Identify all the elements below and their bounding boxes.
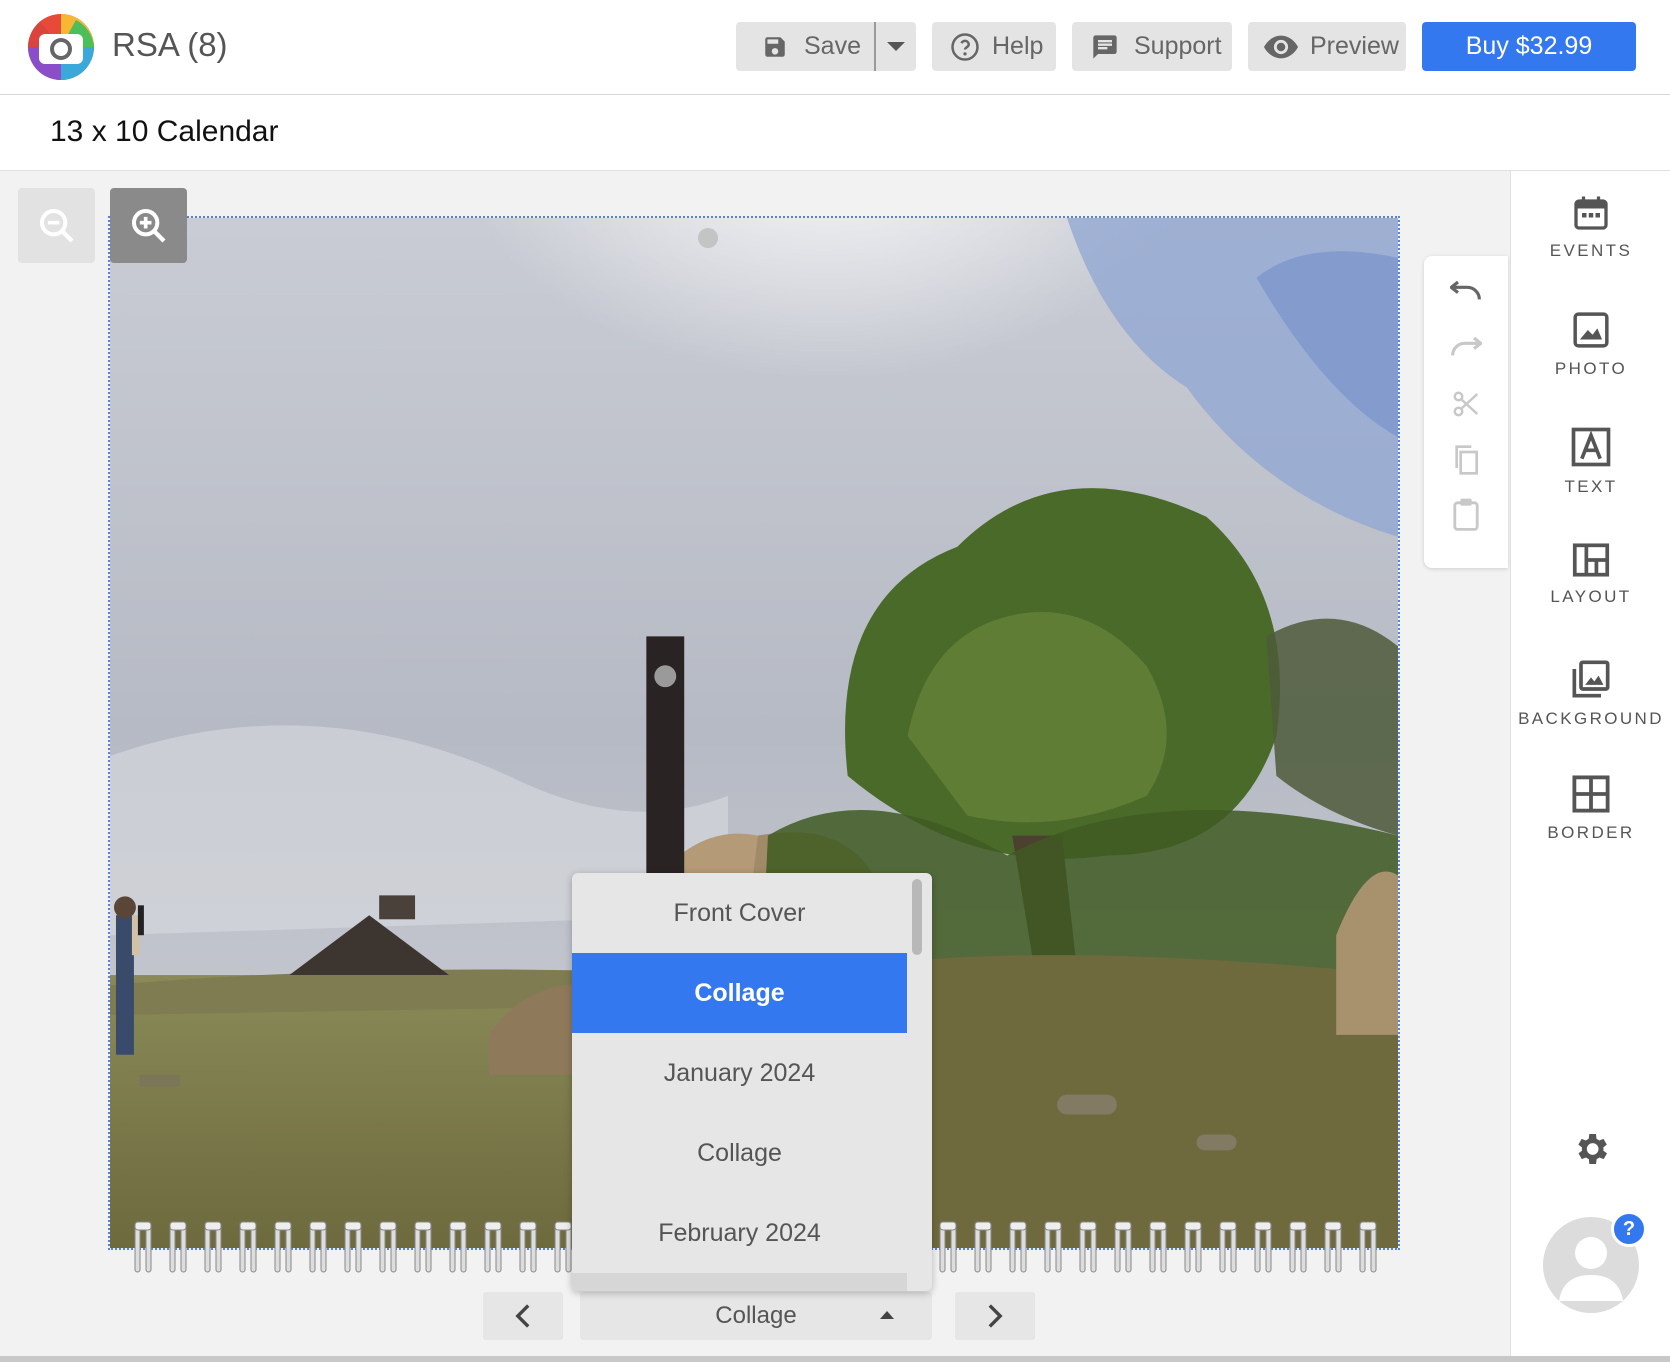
chevron-up-icon <box>880 1311 894 1319</box>
sidebar-label-text: TEXT <box>1564 477 1618 496</box>
spiral-ring <box>134 1221 152 1273</box>
buy-button[interactable]: Buy $32.99 <box>1422 22 1636 71</box>
eye-icon <box>1264 35 1298 58</box>
scissors-icon <box>1453 391 1479 417</box>
spiral-ring <box>1114 1221 1132 1273</box>
support-button[interactable]: Support <box>1072 22 1232 71</box>
spiral-ring <box>1219 1221 1237 1273</box>
help-button[interactable]: Help <box>932 22 1056 71</box>
layout-icon <box>1572 543 1610 577</box>
sidebar-item-border[interactable]: BORDER <box>1511 775 1670 875</box>
border-icon <box>1572 775 1610 813</box>
undo-icon <box>1450 280 1481 300</box>
page-option-collage-selected[interactable]: Collage <box>572 953 907 1033</box>
document-header: 13 x 10 Calendar <box>0 95 1670 171</box>
top-bar: RSA (8) Save Help Support Preview Buy $3… <box>0 0 1670 95</box>
help-badge[interactable]: ? <box>1611 1211 1647 1247</box>
page-option-january[interactable]: January 2024 <box>572 1033 907 1113</box>
copy-icon <box>1455 445 1478 475</box>
page-option-front-cover[interactable]: Front Cover <box>572 873 907 953</box>
spiral-ring <box>1324 1221 1342 1273</box>
spiral-ring <box>274 1221 292 1273</box>
spiral-ring <box>309 1221 327 1273</box>
spiral-ring <box>344 1221 362 1273</box>
zoom-out-icon <box>39 208 74 243</box>
spiral-ring <box>169 1221 187 1273</box>
calendar-icon <box>1574 196 1608 230</box>
sidebar-label-photo: PHOTO <box>1554 359 1628 378</box>
redo-icon <box>1451 336 1482 356</box>
help-label: Help <box>992 32 1044 60</box>
chat-icon <box>1093 34 1117 59</box>
page-option-february[interactable]: February 2024 <box>572 1193 907 1273</box>
spiral-ring <box>1289 1221 1307 1273</box>
cut-button[interactable] <box>1448 386 1484 422</box>
spiral-ring <box>239 1221 257 1273</box>
app-title: RSA (8) <box>112 26 228 63</box>
photo-icon <box>1573 312 1609 348</box>
spiral-ring <box>1044 1221 1062 1273</box>
next-page-button[interactable] <box>955 1292 1035 1340</box>
spiral-ring <box>1359 1221 1377 1273</box>
paste-button[interactable] <box>1448 496 1484 532</box>
dropdown-scrollbar[interactable] <box>912 879 922 955</box>
save-label: Save <box>804 32 861 60</box>
spiral-ring <box>1149 1221 1167 1273</box>
chevron-down-icon <box>887 41 905 51</box>
sidebar-item-background[interactable]: BACKGROUND <box>1511 659 1670 759</box>
spiral-ring <box>1254 1221 1272 1273</box>
sidebar-item-photo[interactable]: PHOTO <box>1511 311 1670 411</box>
preview-label: Preview <box>1310 32 1399 60</box>
spiral-ring <box>974 1221 992 1273</box>
sidebar-item-layout[interactable]: LAYOUT <box>1511 543 1670 643</box>
background-icon <box>1572 660 1610 698</box>
sidebar-item-events[interactable]: EVENTS <box>1511 195 1670 295</box>
save-options-button[interactable] <box>876 22 916 71</box>
preview-button[interactable]: Preview <box>1248 22 1406 71</box>
spiral-ring <box>1184 1221 1202 1273</box>
zoom-in-icon <box>131 208 166 243</box>
current-page-label: Collage <box>715 1302 797 1329</box>
support-label: Support <box>1134 32 1222 60</box>
spiral-ring <box>519 1221 537 1273</box>
previous-page-button[interactable] <box>483 1292 563 1340</box>
document-title: 13 x 10 Calendar <box>50 115 279 148</box>
sidebar-label-events: EVENTS <box>1549 241 1633 260</box>
window-bottom-edge <box>0 1356 1670 1362</box>
save-button[interactable]: Save <box>736 22 876 71</box>
spiral-ring <box>1079 1221 1097 1273</box>
chevron-right-icon <box>988 1304 1003 1328</box>
spiral-ring <box>414 1221 432 1273</box>
app-logo-icon <box>28 14 94 80</box>
dropdown-overflow-item <box>572 1273 907 1291</box>
save-button-group: Save <box>736 22 916 71</box>
right-sidebar: EVENTS PHOTO TEXT LAYOUT BACKGROUND BORD… <box>1510 171 1670 1362</box>
zoom-out-button[interactable] <box>18 188 95 263</box>
help-icon <box>951 32 979 61</box>
text-icon <box>1571 427 1611 467</box>
spiral-ring <box>449 1221 467 1273</box>
spiral-ring <box>1009 1221 1027 1273</box>
hanger-hole <box>698 228 718 248</box>
sidebar-label-background: BACKGROUND <box>1518 709 1664 728</box>
save-icon <box>765 36 785 57</box>
zoom-in-button[interactable] <box>110 188 187 263</box>
page-dropdown-list: Front Cover Collage January 2024 Collage… <box>572 873 932 1291</box>
spiral-ring <box>939 1221 957 1273</box>
redo-button[interactable] <box>1448 328 1484 364</box>
clipboard-icon <box>1453 498 1479 531</box>
undo-button[interactable] <box>1448 272 1484 308</box>
spiral-ring <box>204 1221 222 1273</box>
sidebar-label-layout: LAYOUT <box>1550 587 1632 606</box>
chevron-left-icon <box>515 1304 530 1328</box>
spiral-ring <box>484 1221 502 1273</box>
sidebar-label-border: BORDER <box>1547 823 1635 842</box>
spiral-ring <box>379 1221 397 1273</box>
page-option-collage[interactable]: Collage <box>572 1113 907 1193</box>
copy-button[interactable] <box>1448 442 1484 478</box>
settings-gear-icon[interactable] <box>1571 1129 1611 1169</box>
sidebar-item-text[interactable]: TEXT <box>1511 427 1670 527</box>
page-select-dropdown[interactable]: Collage <box>580 1292 932 1340</box>
edit-toolbar <box>1424 256 1508 568</box>
